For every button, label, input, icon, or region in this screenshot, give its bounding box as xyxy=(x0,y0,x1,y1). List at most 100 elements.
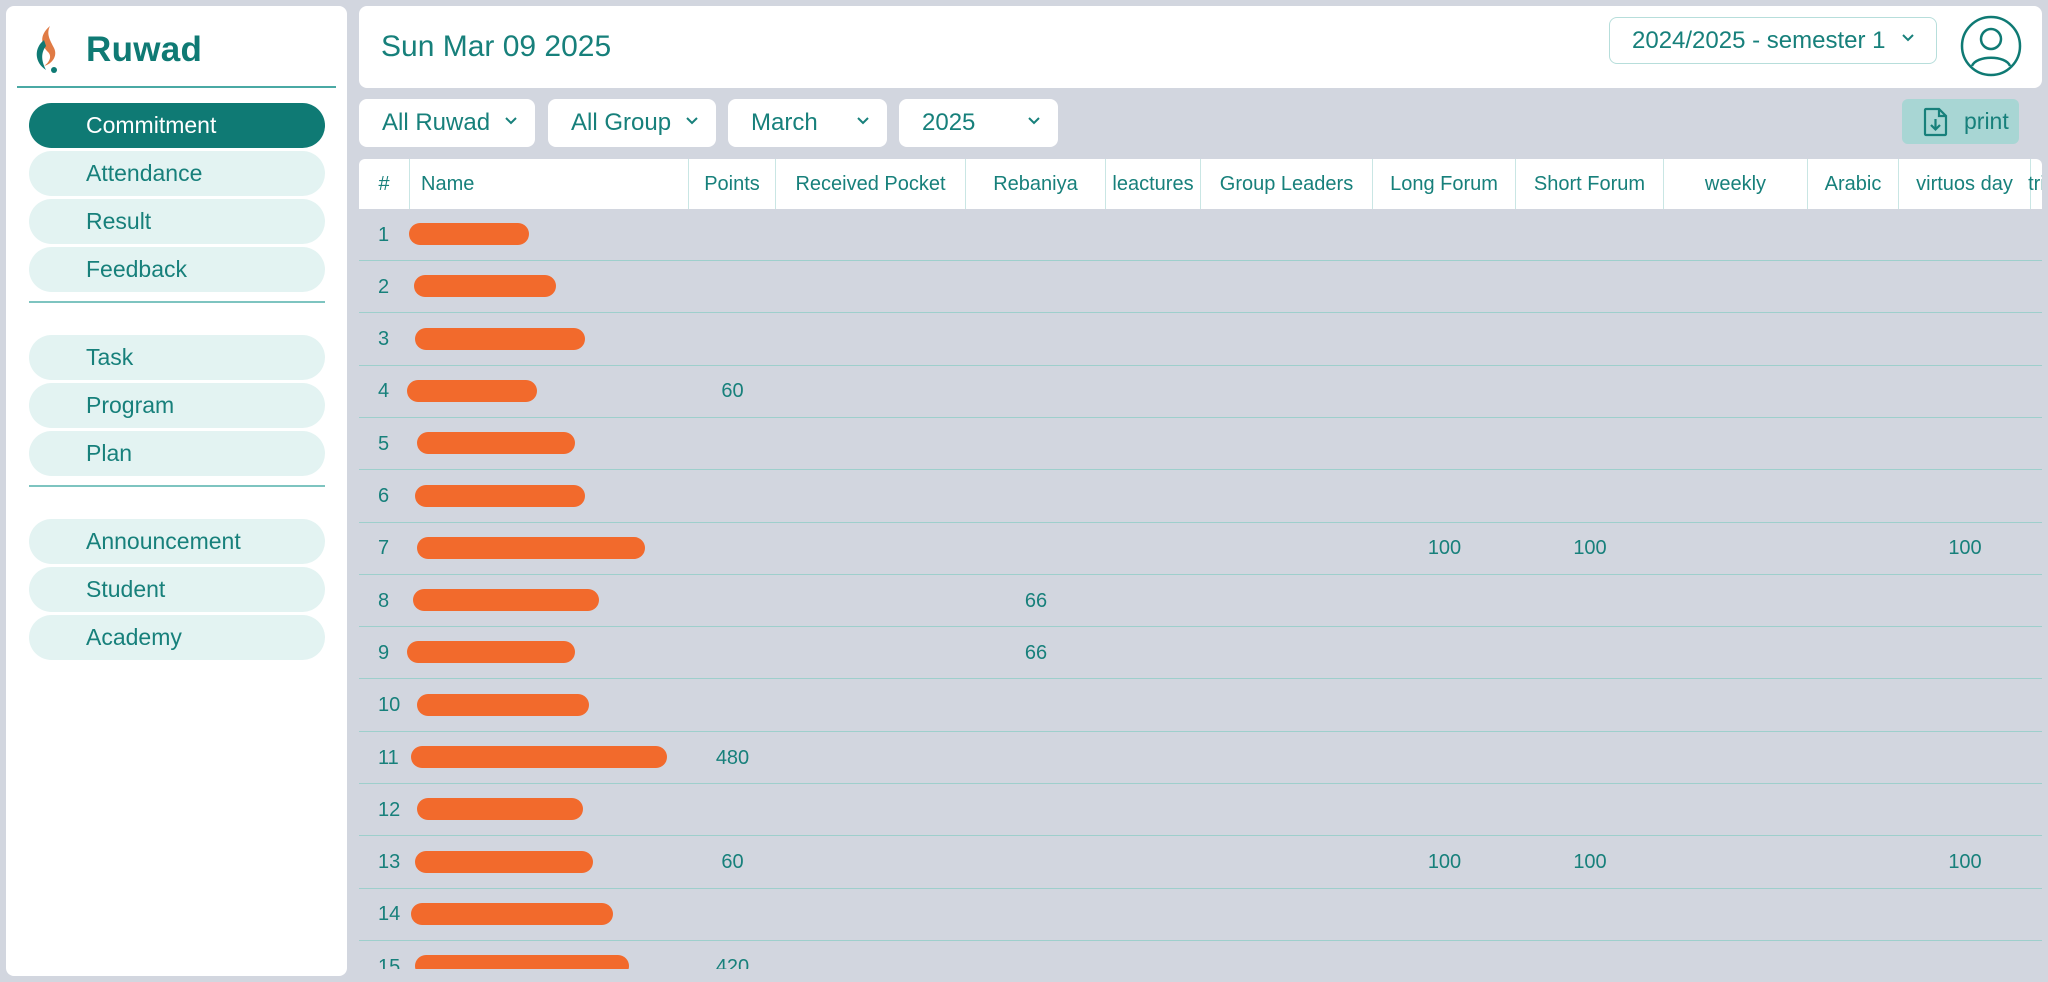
chevron-down-icon xyxy=(686,117,698,125)
ruwad-filter[interactable]: All Ruwad xyxy=(359,99,535,147)
brand-divider xyxy=(17,86,336,88)
cell-long xyxy=(1373,627,1516,679)
cell-short xyxy=(1516,680,1664,732)
cell-long xyxy=(1373,209,1516,261)
chevron-down-icon xyxy=(1028,117,1040,125)
user-avatar-icon[interactable] xyxy=(1960,15,2022,77)
cell-long xyxy=(1373,366,1516,418)
cell-long: 100 xyxy=(1427,851,1462,874)
cell-virtuos xyxy=(1899,575,2031,627)
sidebar-item-label: Commitment xyxy=(86,112,217,138)
table-row[interactable]: 12 xyxy=(359,784,2042,837)
sidebar-item-label: Student xyxy=(86,576,166,602)
cell-short xyxy=(1516,575,1664,627)
cell-long xyxy=(1373,732,1516,784)
redacted-name xyxy=(411,902,613,925)
table-row[interactable]: 14 xyxy=(359,889,2042,941)
top-header: Sun Mar 09 2025 2024/2025 - semester 1 xyxy=(359,6,2042,88)
cell-points xyxy=(689,261,776,313)
semester-select[interactable]: 2024/2025 - semester 1 xyxy=(1609,17,1937,64)
redacted-name xyxy=(415,955,629,969)
column-header[interactable]: Rebaniya xyxy=(966,159,1106,209)
redacted-name xyxy=(414,275,556,298)
month-filter[interactable]: March xyxy=(728,99,887,147)
cell-n: 6 xyxy=(378,485,390,507)
sidebar-item-program[interactable]: Program xyxy=(29,383,325,428)
cell-n: 8 xyxy=(378,589,390,612)
sidebar-divider xyxy=(29,485,325,487)
redacted-name xyxy=(413,589,599,612)
cell-points xyxy=(689,784,776,836)
column-header[interactable]: weekly xyxy=(1664,159,1808,209)
cell-rebaniya xyxy=(966,941,1106,969)
redacted-name xyxy=(411,746,667,768)
table-row[interactable]: 6 xyxy=(359,471,2042,523)
table-row[interactable]: 13 60 100 100 100 xyxy=(359,837,2042,889)
month-filter-value: March xyxy=(751,109,818,136)
column-header[interactable]: virtuos day xyxy=(1899,159,2031,209)
table-row[interactable]: 2 xyxy=(359,261,2042,314)
column-header[interactable]: Name xyxy=(410,159,689,209)
column-header[interactable]: leactures xyxy=(1106,159,1201,209)
cell-virtuos xyxy=(1899,732,2031,784)
table-row[interactable]: 5 xyxy=(359,418,2042,471)
table-row[interactable]: 4 60 xyxy=(359,366,2042,418)
chevron-down-icon xyxy=(505,117,517,125)
cell-rebaniya xyxy=(966,366,1106,418)
sidebar-item-task[interactable]: Task xyxy=(29,335,325,380)
cell-virtuos xyxy=(1899,784,2031,836)
group-filter[interactable]: All Group xyxy=(548,99,716,147)
cell-short xyxy=(1516,627,1664,679)
brand[interactable]: Ruwad xyxy=(28,22,202,78)
sidebar-item-label: Announcement xyxy=(86,528,241,554)
print-button[interactable]: print xyxy=(1902,99,2019,144)
table-row[interactable]: 10 xyxy=(359,680,2042,732)
sidebar-item-attendance[interactable]: Attendance xyxy=(29,151,325,196)
cell-n: 2 xyxy=(378,275,390,298)
cell-n: 7 xyxy=(378,537,390,560)
cell-long xyxy=(1373,575,1516,627)
cell-points xyxy=(689,575,776,627)
cell-long xyxy=(1373,784,1516,836)
table-row[interactable]: 3 xyxy=(359,314,2042,366)
table-header: # Name Points Received Pocket Rebaniya leactu… xyxy=(359,159,2042,209)
sidebar-item-commitment[interactable]: Commitment xyxy=(29,103,325,148)
cell-rebaniya xyxy=(966,209,1106,261)
column-header[interactable]: Long Forum xyxy=(1373,159,1516,209)
sidebar-item-label: Attendance xyxy=(86,160,203,186)
table-row[interactable]: 8 66 xyxy=(359,575,2042,628)
column-header[interactable]: Received Pocket xyxy=(776,159,966,209)
cell-rebaniya xyxy=(966,837,1106,889)
cell-short xyxy=(1516,941,1664,969)
table-row[interactable]: 7 100 100 100 xyxy=(359,523,2042,575)
cell-rebaniya xyxy=(966,471,1106,523)
redacted-name xyxy=(415,850,593,873)
sidebar-divider xyxy=(29,301,325,303)
column-header[interactable]: # xyxy=(359,159,410,209)
sidebar-item-academy[interactable]: Academy xyxy=(29,615,325,660)
cell-n: 3 xyxy=(378,328,390,351)
sidebar-item-result[interactable]: Result xyxy=(29,199,325,244)
column-header[interactable]: Arabic xyxy=(1808,159,1899,209)
column-header[interactable]: Short Forum xyxy=(1516,159,1664,209)
cell-rebaniya xyxy=(966,784,1106,836)
chevron-down-icon xyxy=(1902,34,1914,42)
cell-rebaniya xyxy=(966,680,1106,732)
cell-points xyxy=(689,627,776,679)
sidebar-item-feedback[interactable]: Feedback xyxy=(29,247,325,292)
table-row[interactable]: 15 420 xyxy=(359,941,2042,969)
cell-long: 100 xyxy=(1427,537,1462,560)
table-row[interactable]: 9 66 xyxy=(359,627,2042,680)
cell-virtuos: 100 xyxy=(1948,851,1982,874)
table-row[interactable]: 11 480 xyxy=(359,732,2042,784)
cell-n: 4 xyxy=(378,380,390,403)
sidebar-item-announcement[interactable]: Announcement xyxy=(29,519,325,564)
sidebar-item-plan[interactable]: Plan xyxy=(29,431,325,476)
column-header[interactable]: Points xyxy=(689,159,776,209)
column-header[interactable]: Group Leaders xyxy=(1201,159,1373,209)
table-row[interactable]: 1 xyxy=(359,209,2042,261)
year-filter[interactable]: 2025 xyxy=(899,99,1058,147)
current-date: Sun Mar 09 2025 xyxy=(381,30,612,63)
sidebar-item-student[interactable]: Student xyxy=(29,567,325,612)
cell-points xyxy=(689,889,776,941)
